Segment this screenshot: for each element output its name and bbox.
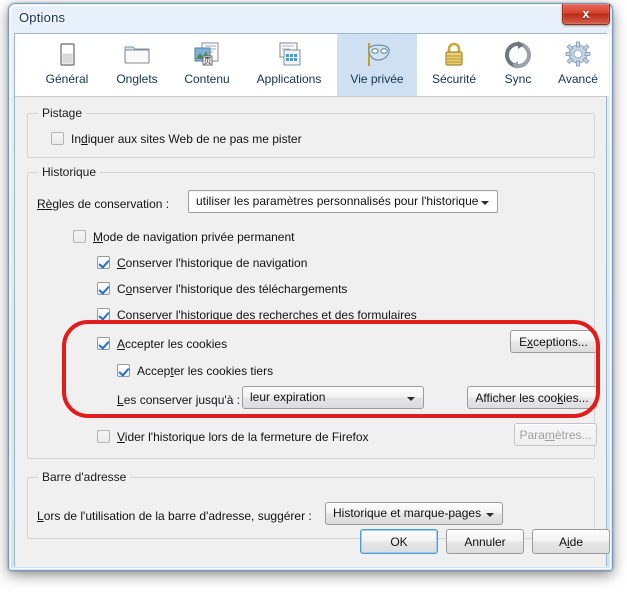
tab-contenu[interactable]: 页 Contenu xyxy=(173,34,241,96)
close-icon: x xyxy=(582,6,590,21)
retention-rule-dropdown[interactable]: utiliser les paramètres personnalisés po… xyxy=(188,190,498,213)
ok-button[interactable]: OK xyxy=(360,529,438,554)
dialog-client-area: Général Onglets 页 Contenu Applications V… xyxy=(14,33,610,567)
keep-cookies-until-dropdown[interactable]: leur expiration xyxy=(242,386,424,409)
help-button[interactable]: Ai de xyxy=(532,529,610,554)
security-lock-icon xyxy=(438,39,470,71)
advanced-gear-icon xyxy=(562,39,594,71)
clear-history-on-close-row[interactable]: Vider l'historique lors de la fermeture … xyxy=(97,428,369,446)
tab-avance[interactable]: Avancé xyxy=(547,34,609,96)
tab-securite[interactable]: Sécurité xyxy=(419,34,489,96)
window-title: Options xyxy=(19,10,66,25)
clear-history-on-close-checkbox[interactable] xyxy=(97,430,110,443)
options-tabstrip: Général Onglets 页 Contenu Applications V… xyxy=(15,34,609,97)
tracking-group-label: Pistage xyxy=(38,106,87,120)
do-not-track-checkbox[interactable] xyxy=(51,132,64,145)
keep-browsing-history-label[interactable]: Conserver l'historique de navigation xyxy=(117,256,307,270)
clear-history-settings-button: Para m ètres... xyxy=(514,423,597,446)
tab-label: Avancé xyxy=(558,72,598,86)
accept-third-party-cookies-label[interactable]: Accepter les cookies tiers xyxy=(137,364,273,378)
history-group-label: Historique xyxy=(38,165,101,179)
keep-download-history-row[interactable]: Conserver l'historique des téléchargemen… xyxy=(97,280,347,298)
keep-browsing-history-row[interactable]: Conserver l'historique de navigation xyxy=(97,254,307,272)
addressbar-suggest-value: Historique et marque-pages xyxy=(333,506,482,520)
chevron-down-icon xyxy=(486,513,494,517)
cookie-exceptions-button[interactable]: Ex ceptions... xyxy=(510,330,597,353)
chevron-down-icon xyxy=(481,201,489,205)
retention-rule-label: Règles de conservation : xyxy=(37,197,170,211)
cancel-button[interactable]: Annuler xyxy=(446,529,524,554)
accept-third-party-cookies-row[interactable]: Accepter les cookies tiers xyxy=(117,362,273,380)
chevron-down-icon xyxy=(407,397,415,401)
permanent-private-row[interactable]: Mode de navigation privée permanent xyxy=(73,228,294,246)
tab-label: Sécurité xyxy=(431,72,477,86)
tabs-folder-icon xyxy=(121,39,153,71)
sync-arrows-icon xyxy=(502,39,534,71)
accept-third-party-cookies-checkbox[interactable] xyxy=(117,364,130,377)
keep-download-history-checkbox[interactable] xyxy=(97,282,110,295)
tab-sync[interactable]: Sync xyxy=(491,34,545,96)
permanent-private-label[interactable]: Mode de navigation privée permanent xyxy=(93,230,294,244)
do-not-track-row[interactable]: Indiquer aux sites Web de ne pas me pist… xyxy=(51,130,302,148)
general-window-icon xyxy=(51,39,83,71)
permanent-private-checkbox[interactable] xyxy=(73,230,86,243)
accept-cookies-checkbox[interactable] xyxy=(97,337,110,350)
tab-applications[interactable]: Applications xyxy=(243,34,335,96)
screenshot-root: Options x Général Onglets 页 Contenu Appl… xyxy=(0,0,627,595)
tab-label: Sync xyxy=(504,72,532,86)
content-page-icon: 页 xyxy=(191,39,223,71)
keep-download-history-label[interactable]: Conserver l'historique des téléchargemen… xyxy=(117,282,347,296)
applications-icon xyxy=(273,39,305,71)
keep-browsing-history-checkbox[interactable] xyxy=(97,256,110,269)
titlebar: Options x xyxy=(9,4,612,34)
tab-label: Général xyxy=(45,72,89,86)
options-dialog-window: Options x Général Onglets 页 Contenu Appl… xyxy=(8,3,613,571)
close-button[interactable]: x xyxy=(562,4,610,25)
tab-label: Contenu xyxy=(184,72,230,86)
keep-search-form-history-label[interactable]: Conserver l'historique des recherches et… xyxy=(117,308,417,322)
keep-search-form-history-checkbox[interactable] xyxy=(97,308,110,321)
accept-cookies-label[interactable]: Accepter les cookies xyxy=(117,337,227,351)
tab-label: Applications xyxy=(256,72,322,86)
tab-onglets[interactable]: Onglets xyxy=(103,34,171,96)
privacy-mask-icon xyxy=(361,39,393,71)
keep-cookies-until-value: leur expiration xyxy=(250,390,326,404)
clear-history-on-close-label[interactable]: Vider l'historique lors de la fermeture … xyxy=(117,430,369,444)
addressbar-group-label: Barre d'adresse xyxy=(38,470,131,484)
tab-label: Vie privée xyxy=(350,72,404,86)
keep-search-form-history-row[interactable]: Conserver l'historique des recherches et… xyxy=(97,306,417,324)
accept-cookies-row[interactable]: Accepter les cookies xyxy=(97,335,227,353)
privacy-panel: Pistage Indiquer aux sites Web de ne pas… xyxy=(15,97,610,567)
tab-vie-privee[interactable]: Vie privée xyxy=(337,34,417,96)
tab-label: Onglets xyxy=(116,72,158,86)
tab-general[interactable]: Général xyxy=(33,34,101,96)
dialog-footer: OK Annuler Ai de xyxy=(15,519,610,567)
keep-cookies-until-label: Les conserver jusqu'à : xyxy=(117,393,241,407)
do-not-track-label[interactable]: Indiquer aux sites Web de ne pas me pist… xyxy=(71,132,302,146)
svg-text:页: 页 xyxy=(204,57,212,66)
show-cookies-button[interactable]: Afficher les coo k ies... xyxy=(467,386,597,409)
retention-rule-value: utiliser les paramètres personnalisés po… xyxy=(196,194,479,208)
